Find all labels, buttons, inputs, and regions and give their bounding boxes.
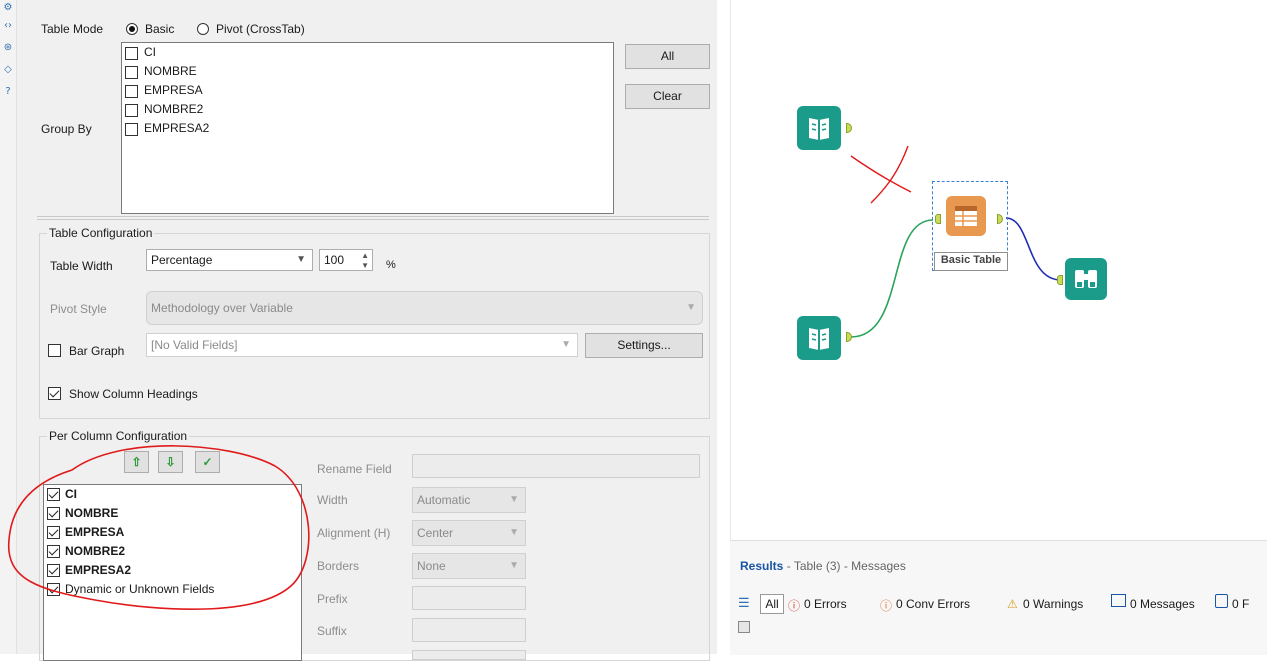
workflow-canvas[interactable]: Basic Table bbox=[730, 0, 1267, 540]
filter-all-button[interactable]: All bbox=[760, 594, 784, 614]
red-circle-annotation bbox=[8, 445, 310, 610]
file-icon[interactable] bbox=[1215, 594, 1228, 608]
grid-view-icon[interactable] bbox=[738, 621, 750, 633]
book-icon bbox=[809, 118, 829, 140]
messages-filter[interactable]: 0 Messages bbox=[1130, 597, 1195, 611]
conv-error-icon[interactable]: ⓘ bbox=[880, 597, 892, 614]
results-title: Results bbox=[740, 559, 784, 573]
browse-tool[interactable] bbox=[1065, 258, 1107, 300]
basic-table-label: Basic Table bbox=[934, 252, 1008, 271]
annotation-overlay bbox=[8, 445, 310, 610]
input-anchor[interactable] bbox=[935, 214, 941, 224]
results-pane: Results - Table (3) - Messages ☰ All ⓘ 0… bbox=[730, 540, 1267, 655]
list-view-icon[interactable]: ☰ bbox=[738, 595, 750, 611]
warning-icon[interactable]: ⚠ bbox=[1007, 597, 1018, 611]
results-header: Results - Table (3) - Messages bbox=[740, 559, 906, 573]
input-data-tool-bottom[interactable] bbox=[797, 316, 841, 360]
message-icon[interactable] bbox=[1111, 594, 1126, 607]
table-icon bbox=[955, 206, 977, 226]
input-anchor[interactable] bbox=[1057, 275, 1063, 285]
files-filter[interactable]: 0 F bbox=[1232, 597, 1249, 611]
input-data-tool-top[interactable] bbox=[797, 106, 841, 150]
blue-connection bbox=[1005, 217, 1062, 281]
conv-errors-filter[interactable]: 0 Conv Errors bbox=[896, 597, 970, 611]
results-subtitle: - Table (3) - Messages bbox=[786, 559, 906, 573]
red-x-stroke-2 bbox=[870, 145, 909, 204]
book-icon bbox=[809, 328, 829, 350]
warnings-filter[interactable]: 0 Warnings bbox=[1023, 597, 1083, 611]
error-icon[interactable]: ⓘ bbox=[788, 597, 800, 614]
binoculars-icon bbox=[1075, 270, 1097, 288]
green-connection bbox=[850, 219, 934, 338]
basic-table-tool[interactable] bbox=[946, 196, 986, 236]
errors-filter[interactable]: 0 Errors bbox=[804, 597, 847, 611]
